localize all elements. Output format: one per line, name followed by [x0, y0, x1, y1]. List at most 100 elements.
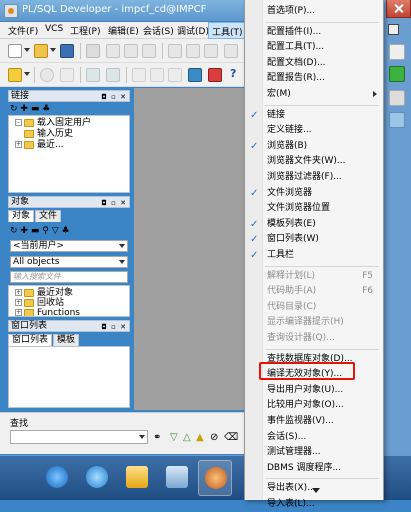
menu-item-14[interactable]: 文件浏览器位置 — [245, 201, 383, 216]
tree-icon[interactable]: ♣ — [42, 104, 50, 114]
tree-item[interactable]: + Functions — [15, 308, 80, 316]
execute-icon[interactable] — [40, 68, 54, 82]
tab-objects[interactable]: 对象 — [8, 210, 35, 222]
owner-combo[interactable]: <当前用户> — [10, 240, 128, 252]
taskbar-app[interactable] — [160, 460, 194, 496]
menu-item-11[interactable]: 浏览器文件夹(W)... — [245, 154, 383, 169]
undo-icon[interactable] — [168, 44, 182, 58]
redo-icon[interactable] — [186, 44, 200, 58]
toolbar-icon[interactable] — [389, 112, 405, 128]
menu-item-15[interactable]: ✓ 模板列表(E) — [245, 217, 383, 232]
menu-item-4[interactable]: 配置文档(D)... — [245, 56, 383, 71]
commit-icon[interactable] — [86, 68, 100, 82]
menu-item-6[interactable]: 宏(M) — [245, 87, 383, 102]
taskbar-plsql[interactable] — [198, 460, 232, 496]
menu-item-17[interactable]: ✓ 工具栏 — [245, 248, 383, 263]
tab-window-list[interactable]: 窗口列表 — [8, 334, 53, 346]
menu-item-30[interactable]: 会话(S)... — [245, 430, 383, 445]
expand-icon[interactable]: - — [15, 119, 22, 126]
key-icon[interactable] — [8, 68, 22, 82]
paste-icon[interactable] — [142, 44, 156, 58]
find-input[interactable] — [10, 430, 148, 444]
tree-item[interactable]: - 载入固定用户 — [15, 118, 91, 129]
refresh-icon[interactable]: ↻ — [10, 104, 18, 114]
menu-item-35[interactable]: 导入表(L)... — [245, 497, 383, 512]
highlight-icon[interactable]: ▲ — [196, 432, 204, 443]
menu-scroll-down-icon[interactable] — [312, 488, 320, 493]
print-icon[interactable] — [86, 44, 100, 58]
menu-item-16[interactable]: ✓ 窗口列表(W) — [245, 232, 383, 247]
tree-item[interactable]: 输入历史 — [24, 129, 73, 140]
menu-item-13[interactable]: ✓ 文件浏览器 — [245, 186, 383, 201]
menu-item-31[interactable]: 测试管理器... — [245, 445, 383, 460]
rollback-icon[interactable] — [106, 68, 120, 82]
add-icon[interactable]: ✚ — [20, 104, 28, 114]
menu-item-9[interactable]: 定义链接... — [245, 123, 383, 138]
describe-icon[interactable] — [132, 68, 146, 82]
tree-icon[interactable]: ♣ — [62, 226, 70, 236]
taskbar-explorer[interactable] — [120, 460, 154, 496]
menu-item-27[interactable]: 导出用户对象(U)... — [245, 383, 383, 398]
menu-item-12[interactable]: 浏览器过滤器(F)... — [245, 170, 383, 185]
mdi-close-icon[interactable] — [388, 24, 399, 35]
pane-controls[interactable]: ◘ ▫ ✕ — [101, 198, 127, 208]
expand-icon[interactable]: + — [15, 299, 22, 306]
break-icon[interactable] — [60, 68, 74, 82]
toolbar-icon[interactable] — [389, 66, 405, 82]
replace-icon[interactable] — [224, 44, 238, 58]
taskbar-ie[interactable] — [40, 460, 74, 496]
tree-item[interactable]: + 最近... — [15, 140, 64, 151]
chevron-down-icon[interactable] — [50, 48, 56, 52]
find-icon[interactable]: ⚲ — [42, 226, 49, 236]
menu-item-8[interactable]: ✓ 链接 — [245, 108, 383, 123]
pane-controls[interactable]: ◘ ▫ ✕ — [101, 92, 127, 102]
close-button[interactable] — [386, 0, 411, 18]
chevron-down-icon[interactable] — [24, 48, 30, 52]
help-icon[interactable]: ? — [230, 68, 244, 82]
expand-icon[interactable]: + — [15, 309, 22, 316]
add-icon[interactable]: ✚ — [20, 226, 28, 236]
menu-edit[interactable]: 编辑(E) — [108, 24, 139, 37]
save-icon[interactable] — [60, 44, 74, 58]
open-folder-icon[interactable] — [34, 44, 48, 58]
explain-icon[interactable] — [150, 68, 164, 82]
clear-icon[interactable]: ⌫ — [224, 432, 238, 443]
taskbar-ie[interactable] — [80, 460, 114, 496]
find-next-icon[interactable]: △ — [183, 432, 191, 443]
menu-item-2[interactable]: 配置插件(I)... — [245, 25, 383, 40]
expand-icon[interactable]: + — [15, 141, 22, 148]
remove-icon[interactable]: ▬ — [31, 226, 40, 236]
remove-icon[interactable]: ▬ — [31, 104, 40, 114]
menu-session[interactable]: 会话(S) — [143, 24, 174, 37]
menu-item-5[interactable]: 配置报告(R)... — [245, 71, 383, 86]
copy-icon[interactable] — [124, 44, 138, 58]
pane-controls[interactable]: ◘ ▫ ✕ — [101, 322, 127, 332]
toolbar-icon[interactable] — [389, 90, 405, 106]
expand-icon[interactable]: + — [15, 289, 22, 296]
menu-file[interactable]: 文件(F) — [8, 24, 38, 37]
chevron-down-icon[interactable] — [24, 72, 30, 76]
new-file-icon[interactable] — [8, 44, 22, 58]
refresh-icon[interactable]: ↻ — [10, 226, 18, 236]
menu-tools[interactable]: 工具(T) — [208, 22, 247, 39]
menu-item-28[interactable]: 比较用户对象(O)... — [245, 398, 383, 413]
toolbar-icon[interactable] — [389, 44, 405, 60]
object-filter-combo[interactable]: All objects — [10, 256, 128, 268]
menu-vcs[interactable]: VCS — [45, 24, 63, 34]
tab-files[interactable]: 文件 — [35, 210, 62, 222]
tab-templates[interactable]: 模板 — [53, 334, 80, 346]
find-icon[interactable] — [204, 44, 218, 58]
menu-item-32[interactable]: DBMS 调度程序... — [245, 461, 383, 476]
menu-project[interactable]: 工程(P) — [70, 24, 100, 37]
menu-item-10[interactable]: ✓ 浏览器(B) — [245, 139, 383, 154]
code-assist-icon[interactable] — [168, 68, 182, 82]
find-previous-icon[interactable]: ▽ — [170, 432, 178, 443]
binoculars-icon[interactable]: ⚭ — [153, 432, 161, 443]
object-search-input[interactable]: 输入搜索文件 — [10, 271, 128, 283]
menu-item-3[interactable]: 配置工具(T)... — [245, 40, 383, 55]
filter-icon[interactable]: ▽ — [52, 226, 59, 236]
menu-item-0[interactable]: 首选项(P)... — [245, 4, 383, 19]
connect-icon[interactable] — [188, 68, 202, 82]
menu-debug[interactable]: 调试(D) — [177, 24, 209, 37]
options-icon[interactable]: ⊘ — [210, 432, 218, 443]
